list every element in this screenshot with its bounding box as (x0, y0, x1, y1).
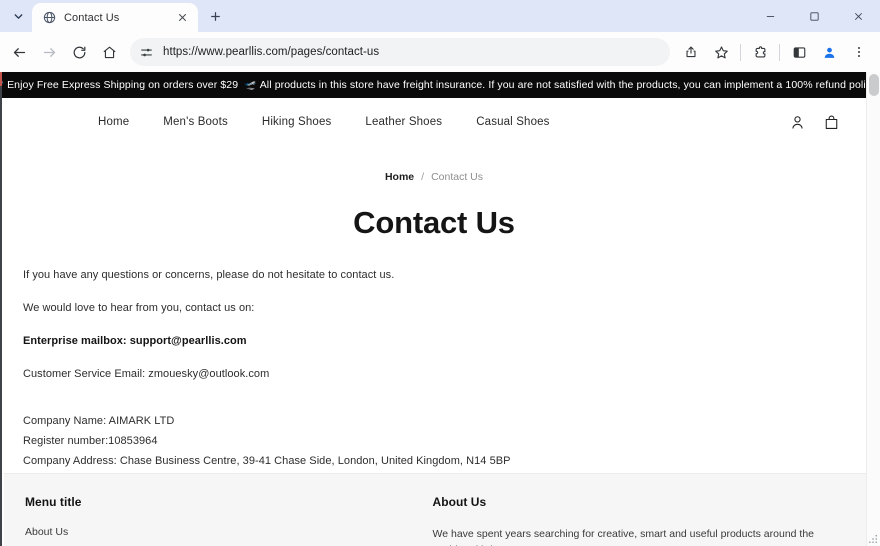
extensions-button[interactable] (745, 37, 775, 67)
toolbar-divider (740, 43, 741, 61)
share-icon (684, 45, 698, 59)
footer-about-title: About Us (432, 495, 487, 509)
company-name-line: Company Name: AIMARK LTD (23, 414, 175, 427)
nav-item-home[interactable]: Home (98, 110, 146, 134)
site-footer: Menu title About Us About Us We have spe… (4, 473, 866, 546)
reload-button[interactable] (64, 37, 94, 67)
address-bar[interactable]: https://www.pearllis.com/pages/contact-u… (130, 38, 670, 66)
menu-button[interactable] (844, 37, 874, 67)
page-title: Contact Us (353, 205, 515, 240)
minimize-button[interactable] (748, 0, 792, 32)
footer-link-about-us[interactable]: About Us (25, 526, 409, 538)
contact-invite-line: We would love to hear from you, contact … (23, 301, 255, 314)
customer-service-email-line: Customer Service Email: zmouesky@outlook… (23, 367, 270, 380)
announcement-bar: 🛫 Enjoy Free Express Shipping on orders … (2, 72, 866, 98)
forward-arrow-icon (42, 45, 57, 60)
forward-button[interactable] (34, 37, 64, 67)
page-content: Home / Contact Us Contact Us If you have… (2, 146, 866, 470)
maximize-button[interactable] (792, 0, 836, 32)
contact-intro-line: If you have any questions or concerns, p… (23, 269, 395, 281)
window-controls (748, 0, 880, 32)
company-address-line: Company Address: Chase Business Centre, … (23, 454, 511, 467)
url-text: https://www.pearllis.com/pages/contact-u… (163, 46, 380, 58)
announcement-text-2: All products in this store have freight … (259, 79, 866, 91)
footer-about-text: We have spent years searching for creati… (432, 528, 815, 546)
plus-icon (209, 10, 222, 23)
shopping-bag-icon[interactable] (823, 114, 840, 131)
window-close-icon (853, 11, 864, 22)
breadcrumb-home-link[interactable]: Home (385, 171, 414, 183)
back-arrow-icon (12, 45, 27, 60)
profile-avatar-icon (822, 45, 837, 60)
breadcrumb-separator: / (421, 171, 425, 183)
announcement-text-1: Enjoy Free Express Shipping on orders ov… (7, 79, 239, 91)
home-icon (102, 45, 117, 60)
airplane-icon-2: 🛫 (244, 79, 257, 91)
maximize-icon (809, 11, 820, 22)
share-button[interactable] (676, 37, 706, 67)
resize-grip-icon (868, 533, 879, 544)
chevron-down-icon (12, 10, 25, 23)
browser-window: Contact Us https://www.pearllis.com/page… (0, 0, 880, 546)
page-scrollbar[interactable] (866, 72, 880, 546)
star-icon (714, 45, 729, 60)
back-button[interactable] (4, 37, 34, 67)
sidebar-panel-icon (792, 45, 807, 60)
close-icon[interactable] (174, 9, 191, 26)
three-dot-menu-icon (852, 45, 866, 59)
extensions-icon (753, 45, 768, 60)
toolbar-divider-2 (779, 43, 780, 61)
tab-search-button[interactable] (4, 3, 32, 29)
bookmark-button[interactable] (706, 37, 736, 67)
page-viewport: 🛫 Enjoy Free Express Shipping on orders … (0, 72, 880, 546)
nav-item-hiking-shoes[interactable]: Hiking Shoes (245, 110, 349, 134)
nav-item-mens-boots[interactable]: Men's Boots (146, 110, 245, 134)
footer-about-column: About Us We have spent years searching f… (433, 495, 841, 546)
contact-body: If you have any questions or concerns, p… (2, 268, 866, 470)
nav-item-casual-shoes[interactable]: Casual Shoes (459, 110, 566, 134)
browser-toolbar: https://www.pearllis.com/pages/contact-u… (0, 32, 880, 72)
tab-strip: Contact Us (0, 0, 880, 32)
web-page: 🛫 Enjoy Free Express Shipping on orders … (0, 72, 866, 546)
new-tab-button[interactable] (202, 3, 229, 30)
minimize-icon (765, 11, 776, 22)
footer-menu-title: Menu title (25, 495, 82, 509)
footer-menu-column: Menu title About Us (25, 495, 433, 546)
register-number-line: Register number:10853964 (23, 434, 158, 447)
browser-tab[interactable]: Contact Us (32, 3, 198, 32)
page-edge-marker (0, 72, 2, 86)
airplane-icon: 🛫 (2, 80, 4, 91)
globe-icon (42, 10, 57, 25)
home-button[interactable] (94, 37, 124, 67)
person-account-icon[interactable] (789, 114, 806, 131)
window-close-button[interactable] (836, 0, 880, 32)
page-scrollbar-thumb[interactable] (869, 74, 879, 96)
breadcrumb: Home / Contact Us (2, 146, 866, 183)
tune-sliders-icon[interactable] (137, 43, 155, 61)
breadcrumb-current: Contact Us (431, 171, 484, 183)
profile-button[interactable] (814, 37, 844, 67)
tab-title: Contact Us (64, 11, 120, 24)
header-icon-group (789, 114, 840, 131)
enterprise-mailbox-line: Enterprise mailbox: support@pearllis.com (23, 334, 247, 347)
company-details: Company Name: AIMARK LTD Register number… (23, 414, 866, 470)
main-navigation: Home Men's Boots Hiking Shoes Leather Sh… (98, 110, 567, 134)
reload-icon (72, 45, 87, 60)
sidebar-button[interactable] (784, 37, 814, 67)
nav-item-leather-shoes[interactable]: Leather Shoes (348, 110, 459, 134)
store-header: Home Men's Boots Hiking Shoes Leather Sh… (2, 98, 866, 146)
